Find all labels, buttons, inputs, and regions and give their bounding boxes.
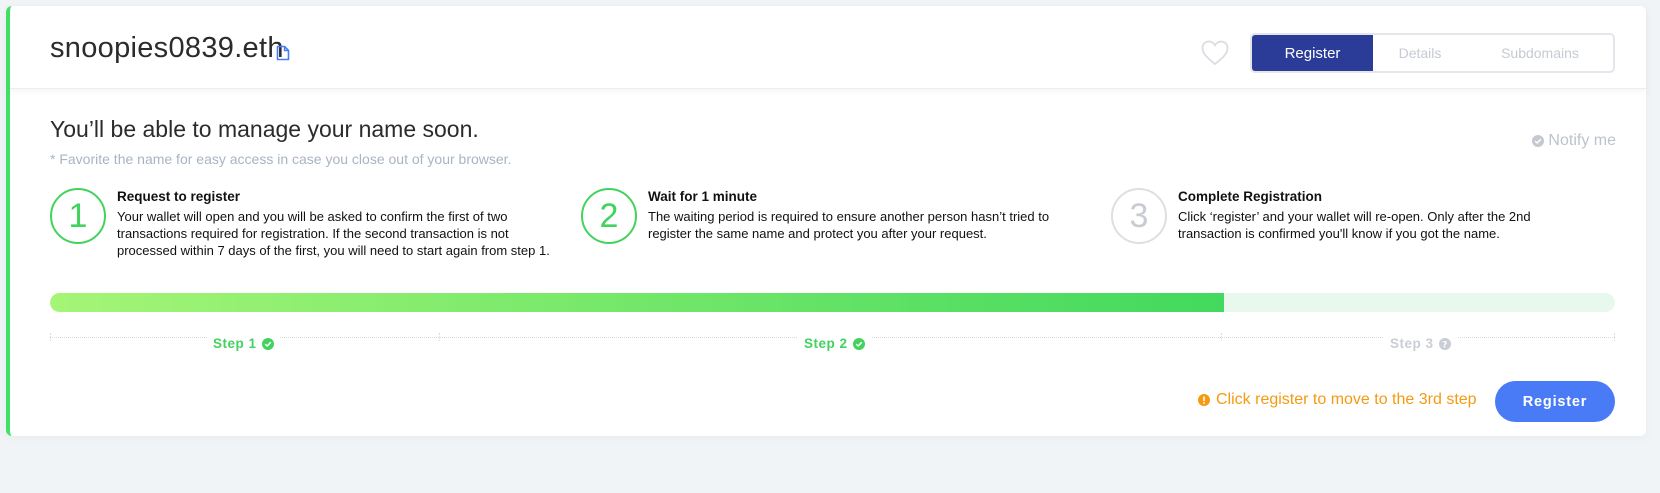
step-number-circle: 2 bbox=[581, 188, 637, 244]
check-circle-icon bbox=[261, 337, 274, 350]
copy-icon[interactable] bbox=[276, 45, 290, 61]
step-tick bbox=[50, 333, 52, 341]
exclamation-circle-icon bbox=[1198, 394, 1210, 406]
register-warning: Click register to move to the 3rd step bbox=[1198, 391, 1477, 409]
tab-register[interactable]: Register bbox=[1252, 35, 1373, 71]
step-description: Click ‘register’ and your wallet will re… bbox=[1178, 209, 1531, 241]
tab-subdomains[interactable]: Subdomains bbox=[1467, 35, 1613, 71]
step-description: The waiting period is required to ensure… bbox=[648, 209, 1050, 241]
step-description: Your wallet will open and you will be as… bbox=[117, 209, 550, 258]
step-title: Request to register bbox=[117, 189, 241, 204]
check-circle-icon bbox=[1532, 135, 1545, 147]
step-tick bbox=[1221, 333, 1223, 341]
step-label-text: Step 3 bbox=[1390, 336, 1434, 351]
step-number-circle: 3 bbox=[1111, 188, 1167, 244]
register-button[interactable]: Register bbox=[1495, 381, 1615, 422]
warning-text: Click register to move to the 3rd step bbox=[1216, 391, 1477, 408]
svg-text:?: ? bbox=[1442, 340, 1448, 350]
question-circle-icon: ? bbox=[1438, 337, 1451, 350]
step-label-3: Step 3 ? bbox=[1384, 336, 1457, 351]
step-number-circle: 1 bbox=[50, 188, 106, 244]
registration-card: snoopies0839.eth Register Details Subdom… bbox=[6, 6, 1646, 436]
step-label-1: Step 1 bbox=[207, 336, 280, 351]
page-subtitle: * Favorite the name for easy access in c… bbox=[50, 151, 512, 167]
step-label-text: Step 1 bbox=[213, 336, 257, 351]
heart-icon[interactable] bbox=[1200, 39, 1230, 67]
step-tick bbox=[1614, 333, 1616, 341]
progress-fill bbox=[50, 293, 1224, 312]
notify-button[interactable]: Notify me bbox=[1532, 132, 1616, 150]
step-title: Wait for 1 minute bbox=[648, 189, 758, 204]
step-label-text: Step 2 bbox=[804, 336, 848, 351]
progress-bar bbox=[50, 293, 1615, 312]
page-title: You’ll be able to manage your name soon. bbox=[50, 116, 479, 142]
step-tick bbox=[439, 333, 441, 341]
step-label-2: Step 2 bbox=[798, 336, 871, 351]
tab-details[interactable]: Details bbox=[1373, 35, 1467, 71]
header: snoopies0839.eth Register Details Subdom… bbox=[10, 6, 1646, 89]
domain-name: snoopies0839.eth bbox=[50, 32, 284, 64]
notify-label: Notify me bbox=[1548, 132, 1616, 149]
step-title: Complete Registration bbox=[1178, 189, 1323, 204]
check-circle-icon bbox=[852, 337, 865, 350]
tab-bar: Register Details Subdomains bbox=[1250, 33, 1615, 73]
